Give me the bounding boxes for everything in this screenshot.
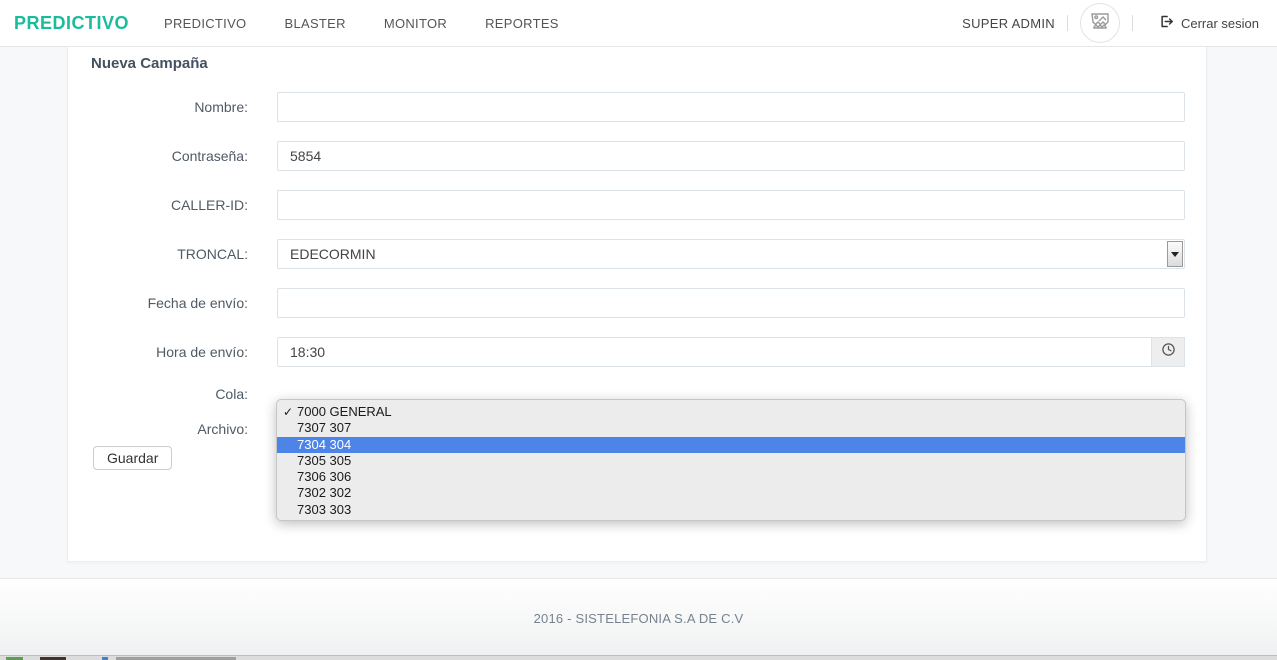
contrasena-label: Contraseña: bbox=[91, 148, 248, 164]
fecha-envio-input[interactable] bbox=[277, 288, 1185, 318]
contrasena-input[interactable] bbox=[277, 141, 1185, 171]
cola-dropdown-popup: ✓7000 GENERAL7307 3077304 3047305 305730… bbox=[276, 399, 1186, 521]
nombre-input[interactable] bbox=[277, 92, 1185, 122]
footer-text: 2016 - SISTELEFONIA S.A DE C.V bbox=[0, 579, 1277, 626]
fecha-envio-label: Fecha de envío: bbox=[91, 295, 248, 311]
troncal-selected-value: EDECORMIN bbox=[290, 246, 376, 262]
form-row-fecha-envio: Fecha de envío: bbox=[91, 288, 1185, 318]
logout-label: Cerrar sesion bbox=[1181, 16, 1259, 31]
cola-option[interactable]: 7307 307 bbox=[277, 420, 1185, 436]
separator bbox=[1067, 15, 1068, 31]
nav-item-reportes[interactable]: REPORTES bbox=[466, 0, 578, 46]
cola-option[interactable]: 7302 302 bbox=[277, 485, 1185, 501]
form-row-troncal: TRONCAL: EDECORMIN bbox=[91, 239, 1185, 269]
top-navbar: PREDICTIVO PREDICTIVOBLASTERMONITORREPOR… bbox=[0, 0, 1277, 47]
cola-option[interactable]: 7306 306 bbox=[277, 469, 1185, 485]
cola-label: Cola: bbox=[91, 386, 248, 402]
brand-logo[interactable]: PREDICTIVO bbox=[0, 13, 145, 34]
cola-option-label: 7304 304 bbox=[297, 437, 351, 452]
cola-option[interactable]: 7304 304 bbox=[277, 437, 1185, 453]
cola-option[interactable]: 7303 303 bbox=[277, 502, 1185, 518]
user-avatar[interactable] bbox=[1080, 3, 1120, 43]
broken-image-icon bbox=[1088, 9, 1112, 38]
archivo-label: Archivo: bbox=[91, 421, 248, 437]
navbar-right: SUPER ADMIN Cerrar sesion bbox=[962, 3, 1277, 43]
caller-id-label: CALLER-ID: bbox=[91, 197, 248, 213]
clock-icon bbox=[1161, 342, 1176, 362]
save-button[interactable]: Guardar bbox=[93, 446, 172, 470]
form-row-contrasena: Contraseña: bbox=[91, 141, 1185, 171]
checkmark-icon: ✓ bbox=[283, 404, 293, 420]
troncal-label: TRONCAL: bbox=[91, 246, 248, 262]
sign-out-icon bbox=[1159, 14, 1181, 32]
main-menu: PREDICTIVOBLASTERMONITORREPORTES bbox=[145, 0, 578, 46]
page-footer: 2016 - SISTELEFONIA S.A DE C.V bbox=[0, 578, 1277, 655]
cola-option-label: 7302 302 bbox=[297, 485, 351, 500]
separator bbox=[1132, 15, 1133, 31]
nav-item-monitor[interactable]: MONITOR bbox=[365, 0, 466, 46]
select-dropdown-arrow-icon[interactable] bbox=[1167, 241, 1183, 267]
form-row-hora-envio: Hora de envío: bbox=[91, 337, 1185, 367]
form-row-caller-id: CALLER-ID: bbox=[91, 190, 1185, 220]
new-campaign-panel: Nueva Campaña Nombre: Contraseña: CALLER… bbox=[67, 47, 1207, 562]
page-title: Nueva Campaña bbox=[91, 55, 1185, 72]
logout-button[interactable]: Cerrar sesion bbox=[1159, 14, 1259, 32]
cola-option-label: 7305 305 bbox=[297, 453, 351, 468]
caller-id-input[interactable] bbox=[277, 190, 1185, 220]
user-menu[interactable]: SUPER ADMIN bbox=[962, 16, 1055, 31]
hora-envio-label: Hora de envío: bbox=[91, 344, 248, 360]
time-picker-addon[interactable] bbox=[1152, 337, 1185, 367]
nav-item-predictivo[interactable]: PREDICTIVO bbox=[145, 0, 265, 46]
cola-option-label: 7303 303 bbox=[297, 502, 351, 517]
troncal-select[interactable]: EDECORMIN bbox=[277, 239, 1185, 269]
cola-option-label: 7000 GENERAL bbox=[297, 404, 392, 419]
cola-option[interactable]: 7305 305 bbox=[277, 453, 1185, 469]
form-row-nombre: Nombre: bbox=[91, 92, 1185, 122]
cola-option-label: 7306 306 bbox=[297, 469, 351, 484]
hora-envio-input[interactable] bbox=[277, 337, 1152, 367]
cola-option[interactable]: ✓ 7000 GENERAL bbox=[277, 404, 1185, 420]
main-content: Nueva Campaña Nombre: Contraseña: CALLER… bbox=[0, 47, 1277, 578]
cola-option-label: 7307 307 bbox=[297, 420, 351, 435]
nombre-label: Nombre: bbox=[91, 99, 248, 115]
background-window-edge bbox=[0, 655, 1277, 660]
nav-item-blaster[interactable]: BLASTER bbox=[265, 0, 364, 46]
